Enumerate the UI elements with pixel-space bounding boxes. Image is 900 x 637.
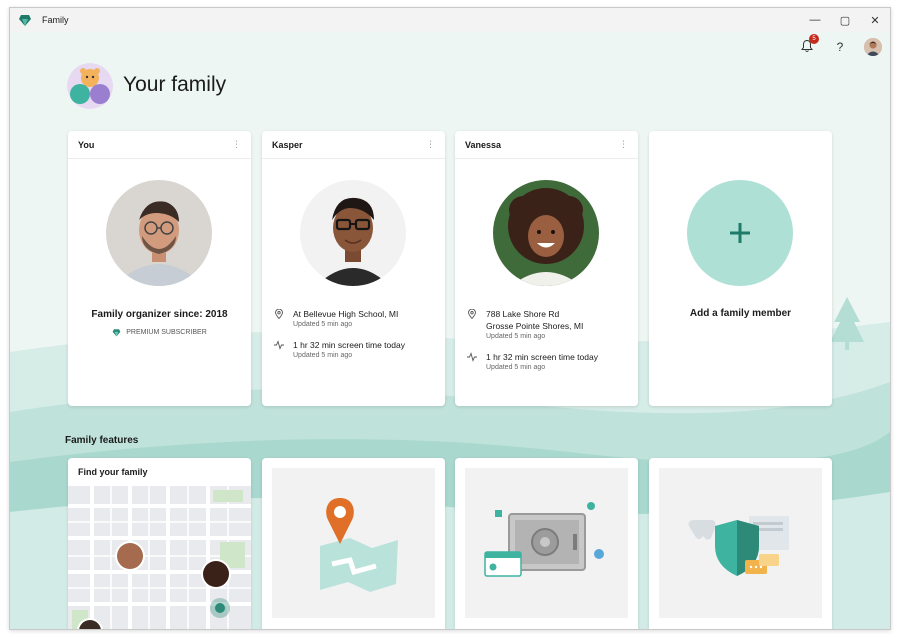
- feature-illustration: [272, 468, 435, 618]
- screen-time-text: 1 hr 32 min screen time today: [486, 352, 598, 362]
- screen-time-text: 1 hr 32 min screen time today: [293, 340, 405, 350]
- family-map[interactable]: [68, 486, 251, 629]
- location-pin-icon: [275, 309, 283, 319]
- location-updated-text: Updated 5 min ago: [486, 333, 546, 340]
- map-icon: [68, 486, 251, 629]
- location-updated-text: Updated 5 min ago: [293, 321, 353, 328]
- features-section-title: Family features: [65, 435, 139, 446]
- member-card-you[interactable]: You ⋮ Family organizer since: 2018 PREMI…: [68, 131, 251, 406]
- member-name: Vanessa: [465, 139, 502, 150]
- member-name: You: [78, 139, 95, 150]
- card-header: Vanessa ⋮: [455, 131, 638, 159]
- maximize-button[interactable]: ▢: [830, 8, 860, 32]
- page-title: Your family: [123, 73, 227, 96]
- family-app-icon: [19, 15, 31, 26]
- activity-icon: [467, 352, 477, 362]
- location-text: At Bellevue High School, MI: [293, 309, 399, 319]
- screen-time-info: 1 hr 32 min screen time today Updated 5 …: [467, 351, 598, 373]
- avatar-icon: [864, 38, 882, 56]
- screen-time-info: 1 hr 32 min screen time today Updated 5 …: [274, 339, 405, 361]
- top-toolbar: 5 ?: [800, 34, 882, 56]
- location-info: 788 Lake Shore Rd Grosse Pointe Shores, …: [467, 308, 583, 342]
- more-options-icon[interactable]: ⋮: [619, 139, 628, 150]
- feature-card-location[interactable]: [262, 458, 445, 629]
- add-member-button[interactable]: [687, 180, 793, 286]
- minimize-button[interactable]: —: [800, 8, 830, 32]
- profile-avatar[interactable]: [864, 38, 882, 56]
- member-photo: [300, 180, 406, 286]
- organizer-since-text: Family organizer since: 2018: [91, 309, 228, 320]
- window-controls: — ▢ ✕: [800, 8, 890, 32]
- add-member-label: Add a family member: [689, 308, 792, 319]
- help-button[interactable]: ?: [832, 40, 848, 54]
- add-family-member-card[interactable]: Add a family member: [649, 131, 832, 406]
- screen-time-updated-text: Updated 5 min ago: [293, 352, 353, 359]
- address-line2-text: Grosse Pointe Shores, MI: [486, 321, 584, 331]
- feature-card-content-filters[interactable]: [649, 458, 832, 629]
- close-button[interactable]: ✕: [860, 8, 890, 32]
- activity-icon: [274, 340, 284, 350]
- address-line1-text: 788 Lake Shore Rd: [486, 309, 560, 319]
- feature-card-spending[interactable]: [455, 458, 638, 629]
- app-window: Family — ▢ ✕ 5 ? Your family You ⋮ Famil…: [9, 7, 891, 630]
- member-photo: [493, 180, 599, 286]
- more-options-icon[interactable]: ⋮: [232, 139, 241, 150]
- feature-illustration: [465, 468, 628, 618]
- notification-badge: 5: [809, 34, 819, 44]
- diamond-icon: [112, 329, 121, 337]
- feature-illustration: [659, 468, 822, 618]
- member-name: Kasper: [272, 139, 303, 150]
- notifications-button[interactable]: 5: [800, 34, 819, 55]
- title-bar: Family — ▢ ✕: [10, 8, 890, 32]
- member-card-kasper[interactable]: Kasper ⋮ At Bellevue High School, MI Upd…: [262, 131, 445, 406]
- subscription-text: PREMIUM SUBSCRIBER: [126, 329, 207, 336]
- plus-icon: [730, 223, 750, 243]
- location-pin-icon: [468, 309, 476, 319]
- card-header: Kasper ⋮: [262, 131, 445, 159]
- feature-card-find-family[interactable]: Find your family: [68, 458, 251, 629]
- location-info: At Bellevue High School, MI Updated 5 mi…: [274, 308, 398, 330]
- member-photo: [106, 180, 212, 286]
- card-header: You ⋮: [68, 131, 251, 159]
- window-title: Family: [42, 15, 69, 25]
- screen-time-updated-text: Updated 5 min ago: [486, 364, 546, 371]
- location-pin-icon: [320, 498, 398, 592]
- shield-icon: [688, 516, 789, 576]
- feature-title: Find your family: [78, 467, 148, 477]
- more-options-icon[interactable]: ⋮: [426, 139, 435, 150]
- member-card-vanessa[interactable]: Vanessa ⋮ 788 Lake Shore Rd Grosse Point…: [455, 131, 638, 406]
- premium-subscriber-label: PREMIUM SUBSCRIBER: [68, 328, 251, 337]
- safe-icon: [484, 502, 604, 577]
- family-group-avatar: [67, 63, 113, 109]
